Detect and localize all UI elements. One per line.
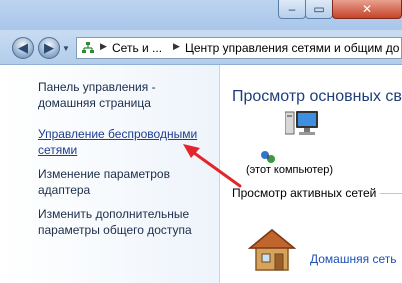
forward-button[interactable]: ▶ <box>38 37 60 59</box>
breadcrumb-separator-icon[interactable]: ▶ <box>173 41 180 52</box>
history-dropdown-icon[interactable]: ▼ <box>62 44 70 53</box>
close-icon: ✕ <box>361 2 373 16</box>
address-bar[interactable]: ▶ Сеть и ... ▶ Центр управления сетями и… <box>76 37 402 59</box>
navigation-bar: ◀ ▶ ▼ ▶ Сеть и ... ▶ Центр управления се… <box>0 30 402 65</box>
sidebar-item-adapter-settings[interactable]: Изменение параметров адаптера <box>38 166 188 198</box>
breadcrumb-separator-icon[interactable]: ▶ <box>100 41 107 52</box>
page-heading: Просмотр основных све <box>232 88 402 105</box>
home-network-icon <box>248 229 296 271</box>
minimize-button[interactable]: – <box>278 0 306 19</box>
maximize-button[interactable]: ▭ <box>305 0 333 19</box>
back-arrow-icon: ◀ <box>18 40 28 55</box>
network-globe-icon <box>261 151 275 163</box>
back-button[interactable]: ◀ <box>12 37 34 59</box>
breadcrumb-network-center[interactable]: Центр управления сетями и общим до <box>185 41 399 55</box>
sidebar-item-advanced-sharing[interactable]: Изменить дополнительные параметры общего… <box>38 206 208 238</box>
window-titlebar: – ▭ ✕ <box>0 0 402 30</box>
close-button[interactable]: ✕ <box>332 0 402 19</box>
home-network-link[interactable]: Домашняя сеть <box>310 252 396 266</box>
network-center-icon <box>82 42 94 53</box>
section-divider <box>380 193 402 194</box>
active-networks-heading: Просмотр активных сетей <box>232 186 377 200</box>
breadcrumb-network[interactable]: Сеть и ... <box>112 41 162 55</box>
minimize-icon: – <box>288 2 296 16</box>
this-computer-label: (этот компьютер) <box>246 164 334 176</box>
maximize-icon: ▭ <box>313 2 325 16</box>
computer-icon <box>285 111 318 135</box>
sidebar-item-control-panel-home[interactable]: Панель управления - домашняя страница <box>38 79 208 111</box>
sidebar-item-manage-wireless[interactable]: Управление беспроводными сетями <box>38 126 208 158</box>
forward-arrow-icon: ▶ <box>44 40 54 55</box>
